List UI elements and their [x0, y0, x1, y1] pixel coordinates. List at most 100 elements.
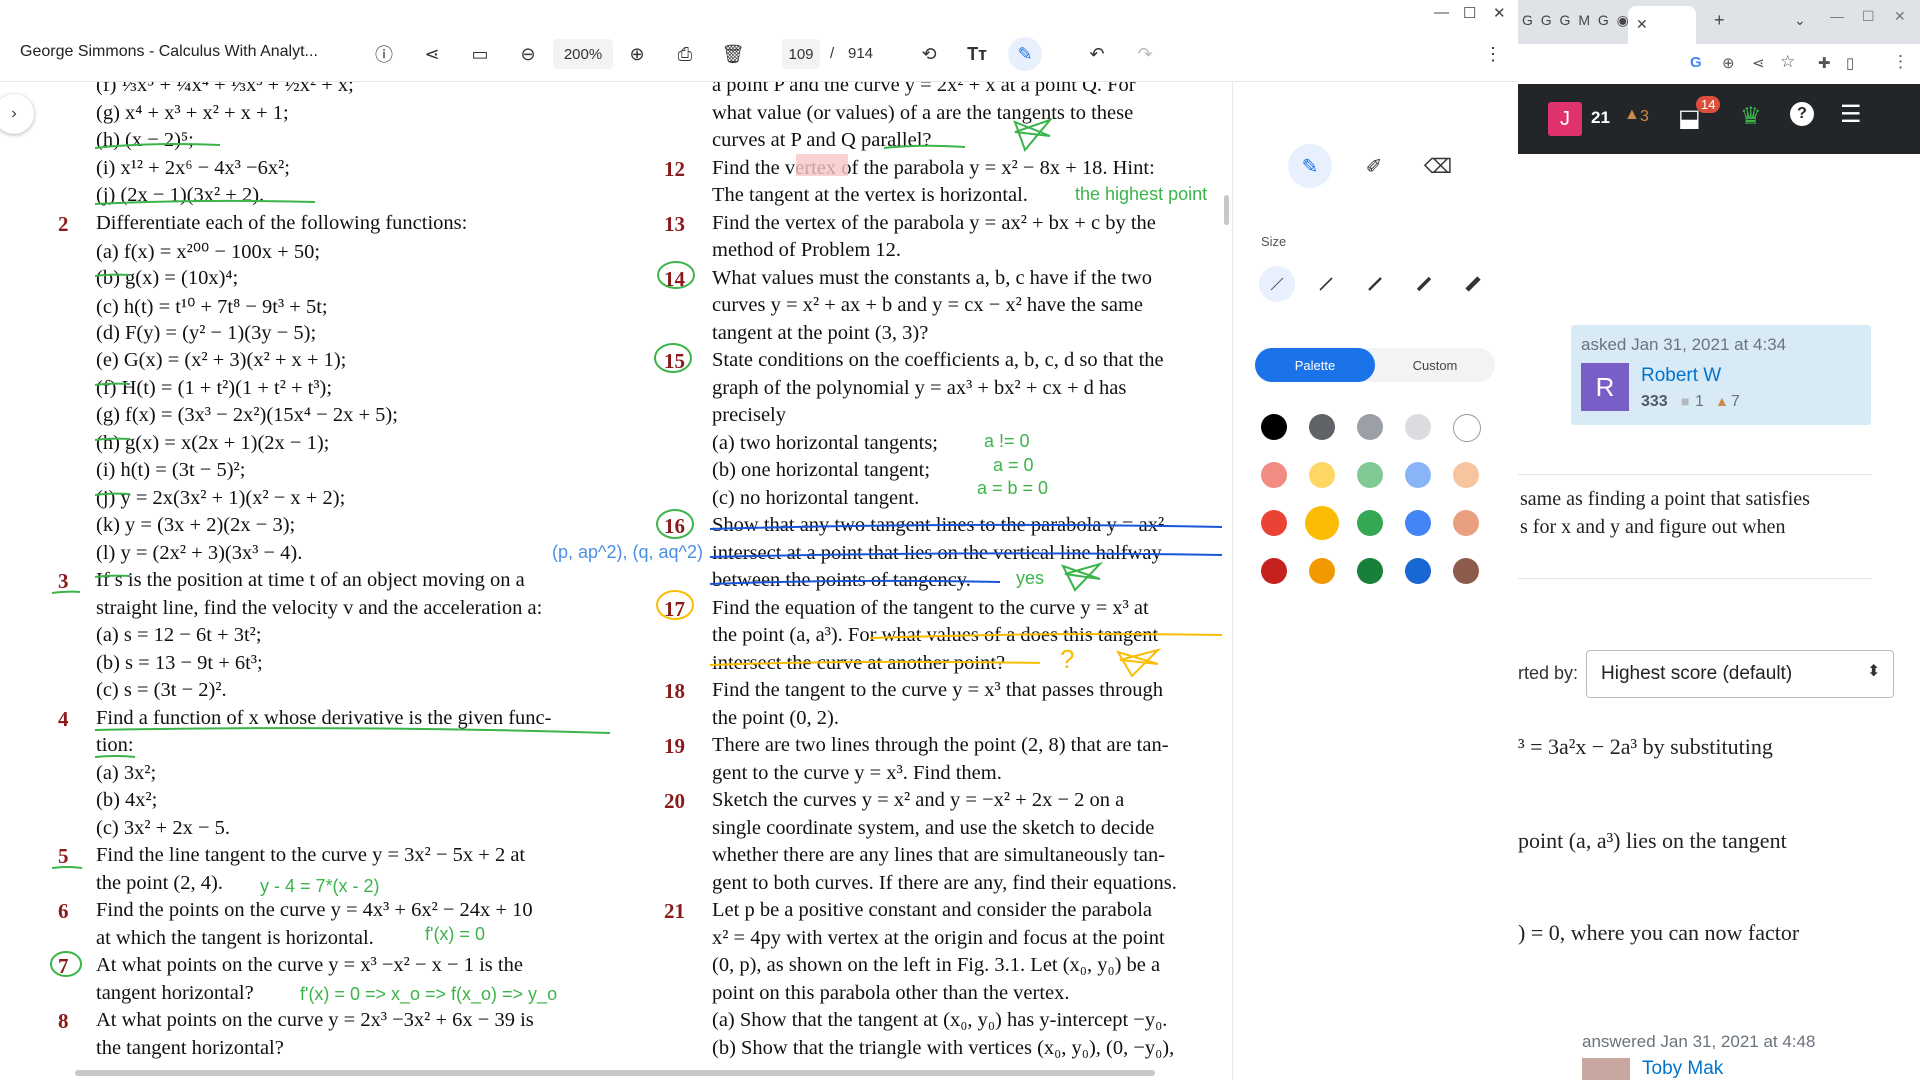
- pen-tool-icon[interactable]: ✎: [1288, 144, 1332, 188]
- side-panel-icon[interactable]: ▯: [1846, 54, 1854, 72]
- vertical-scrollbar[interactable]: [1224, 195, 1229, 225]
- color-swatch[interactable]: [1453, 558, 1479, 584]
- help-icon[interactable]: ?: [1790, 102, 1814, 126]
- achievements-icon[interactable]: ♛: [1740, 102, 1762, 131]
- pdf-toolbar: George Simmons - Calculus With Analyt...…: [0, 27, 1518, 82]
- ink-underline: [94, 727, 611, 734]
- color-swatch[interactable]: [1309, 414, 1335, 440]
- color-swatch[interactable]: [1357, 510, 1383, 536]
- tab-search-icon[interactable]: ⌄: [1794, 12, 1806, 29]
- answer-equation: ³ = 3a²x − 2a³ by substituting: [1518, 734, 1773, 759]
- address-bar: G ⊕ ⋖ ☆ ✚ ▯ ⋮: [1518, 44, 1920, 85]
- active-tab[interactable]: ✕: [1628, 6, 1696, 44]
- stackexchange-topbar: J 21 ▲ 3 ⬓ 14 ♛ ? ☰: [1518, 84, 1920, 154]
- ink-circle: [654, 343, 692, 373]
- color-swatch[interactable]: [1453, 414, 1481, 442]
- tab-close-icon[interactable]: ✕: [1636, 16, 1648, 33]
- close-window-icon[interactable]: ✕: [1493, 4, 1506, 22]
- ink-star: [1013, 117, 1054, 152]
- extensions-icon[interactable]: ✚: [1818, 54, 1831, 72]
- ink-underline: [709, 523, 1223, 530]
- share-icon[interactable]: ⋖: [1752, 54, 1765, 72]
- ink-text: f'(x) = 0: [425, 924, 485, 944]
- zoom-out-icon[interactable]: ⊖: [511, 27, 545, 81]
- bronze-badge-icon: ▲: [1624, 106, 1640, 123]
- color-swatch[interactable]: [1405, 558, 1431, 584]
- ink-text: yes: [1016, 568, 1045, 588]
- avatar[interactable]: J: [1548, 102, 1582, 136]
- color-swatch[interactable]: [1405, 510, 1431, 536]
- ink-annotations: [50, 117, 1223, 977]
- site-switcher-icon[interactable]: ☰: [1840, 100, 1862, 129]
- chevron-updown-icon: ⬍: [1867, 663, 1881, 680]
- color-swatch[interactable]: [1261, 558, 1287, 584]
- more-options-icon[interactable]: ⋮: [1476, 27, 1510, 81]
- print-icon[interactable]: ⎙: [668, 27, 702, 81]
- asker-name[interactable]: Robert W: [1641, 365, 1721, 387]
- divider: [1518, 474, 1872, 475]
- size-option-4[interactable]: [1406, 266, 1442, 302]
- answerer-name[interactable]: Toby Mak: [1642, 1058, 1723, 1080]
- color-swatch[interactable]: [1261, 414, 1287, 440]
- ink-circle: [50, 951, 82, 977]
- google-icon[interactable]: G: [1690, 54, 1702, 71]
- rotate-icon[interactable]: ⟲: [912, 27, 946, 81]
- color-swatch[interactable]: [1405, 414, 1431, 440]
- asker-avatar[interactable]: R: [1581, 363, 1629, 411]
- maximize-icon[interactable]: ☐: [1463, 4, 1476, 22]
- ink-text: y - 4 = 7*(x - 2): [260, 876, 380, 896]
- size-option-2[interactable]: [1308, 266, 1344, 302]
- ink-underline: [94, 574, 131, 578]
- undo-icon[interactable]: ↶: [1080, 27, 1114, 81]
- horizontal-scrollbar[interactable]: [75, 1070, 1155, 1076]
- color-swatch[interactable]: [1309, 462, 1335, 488]
- zoom-icon[interactable]: ⊕: [1722, 54, 1735, 72]
- chrome-menu-icon[interactable]: ⋮: [1892, 52, 1909, 72]
- custom-tab[interactable]: Custom: [1375, 348, 1495, 382]
- color-swatch[interactable]: [1357, 558, 1383, 584]
- answer-text: s for x and y and figure out when: [1520, 516, 1786, 538]
- zoom-level[interactable]: 200%: [553, 39, 613, 69]
- size-option-1[interactable]: [1259, 266, 1295, 302]
- highlight: [796, 154, 848, 176]
- palette-toggle: Palette Custom: [1255, 348, 1495, 382]
- info-icon[interactable]: ⓘ: [367, 27, 401, 81]
- ink-underline: [869, 633, 1223, 639]
- color-swatch[interactable]: [1357, 414, 1383, 440]
- answerer-avatar[interactable]: [1582, 1058, 1630, 1080]
- new-tab-icon[interactable]: +: [1714, 10, 1725, 31]
- color-swatch[interactable]: [1405, 462, 1431, 488]
- pen-options-panel: ✎ ✐ ⌫ Size Palette Custom: [1232, 82, 1518, 1080]
- palette-tab[interactable]: Palette: [1255, 348, 1375, 382]
- color-swatch[interactable]: [1261, 510, 1287, 536]
- eraser-tool-icon[interactable]: ⌫: [1416, 144, 1460, 188]
- sort-label: rted by:: [1518, 663, 1579, 683]
- zoom-in-icon[interactable]: ⊕: [620, 27, 654, 81]
- bookmark-icon[interactable]: ☆: [1780, 52, 1795, 72]
- ink-underline: [94, 273, 131, 277]
- silver-badge-icon: ■: [1681, 393, 1690, 409]
- sort-select[interactable]: Highest score (default) ⬍: [1586, 650, 1894, 698]
- color-swatch[interactable]: [1309, 558, 1335, 584]
- maximize-icon[interactable]: ☐: [1862, 8, 1875, 25]
- minimize-icon[interactable]: —: [1830, 8, 1844, 24]
- size-option-3[interactable]: [1357, 266, 1393, 302]
- color-swatch[interactable]: [1261, 462, 1287, 488]
- share-icon[interactable]: ⋖: [415, 27, 449, 81]
- color-swatch[interactable]: [1453, 510, 1479, 536]
- color-swatch[interactable]: [1357, 462, 1383, 488]
- size-option-5[interactable]: [1455, 266, 1491, 302]
- delete-icon[interactable]: 🗑: [716, 27, 750, 81]
- color-swatch[interactable]: [1453, 462, 1479, 488]
- text-tool-icon[interactable]: Tт: [960, 27, 994, 81]
- fit-page-icon[interactable]: ▭: [463, 27, 497, 81]
- color-swatch[interactable]: [1305, 506, 1339, 540]
- page-number-input[interactable]: 109: [782, 39, 820, 69]
- redo-icon[interactable]: ↷: [1128, 27, 1162, 81]
- minimize-icon[interactable]: —: [1434, 4, 1449, 21]
- browser-window: G G G M G ◉ Q ✕ + ⌄ — ☐ ✕ G ⊕ ⋖ ☆ ✚ ▯ ⋮ …: [1518, 0, 1920, 1080]
- close-window-icon[interactable]: ✕: [1894, 8, 1906, 25]
- ink-underline: [94, 492, 131, 496]
- draw-icon[interactable]: ✎: [1008, 37, 1042, 71]
- highlighter-tool-icon[interactable]: ✐: [1352, 144, 1396, 188]
